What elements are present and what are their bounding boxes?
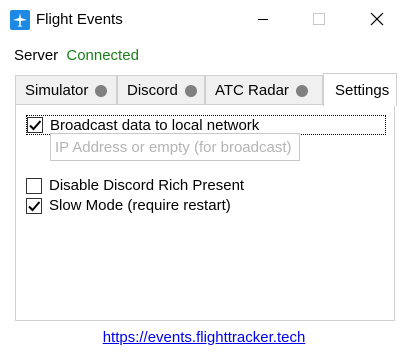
settings-panel: Broadcast data to local network Disable … bbox=[15, 104, 395, 321]
airplane-icon bbox=[10, 10, 30, 30]
tab-label: ATC Radar bbox=[215, 82, 289, 99]
website-link[interactable]: https://events.flighttracker.tech bbox=[0, 329, 408, 346]
tab-atc-radar[interactable]: ATC Radar bbox=[205, 75, 323, 105]
discord-rich-presence-label: Disable Discord Rich Present bbox=[49, 177, 245, 194]
tab-label: Discord bbox=[127, 82, 178, 99]
tab-label: Simulator bbox=[25, 82, 89, 99]
close-icon bbox=[370, 12, 384, 26]
tab-label: Settings bbox=[335, 81, 390, 99]
tab-simulator[interactable]: Simulator bbox=[15, 75, 117, 105]
maximize-icon bbox=[313, 13, 325, 25]
slow-mode-checkbox[interactable] bbox=[26, 197, 42, 214]
discord-rich-presence-checkbox[interactable] bbox=[26, 177, 42, 194]
close-button[interactable] bbox=[354, 0, 400, 38]
server-status: Connected bbox=[66, 47, 139, 64]
tab-settings[interactable]: Settings bbox=[323, 73, 397, 106]
broadcast-label: Broadcast data to local network bbox=[50, 116, 260, 134]
tab-bar: Simulator Discord ATC Radar Settings bbox=[15, 73, 397, 106]
minimize-button[interactable] bbox=[240, 0, 286, 38]
server-label: Server bbox=[14, 47, 59, 64]
server-status-row: Server Connected bbox=[14, 47, 139, 64]
ip-address-input[interactable] bbox=[50, 133, 300, 161]
maximize-button[interactable] bbox=[296, 0, 342, 38]
status-indicator-icon bbox=[95, 84, 108, 97]
slow-mode-row[interactable]: Slow Mode (require restart) bbox=[26, 197, 231, 214]
window-title: Flight Events bbox=[36, 11, 123, 28]
checkmark-icon bbox=[28, 200, 41, 211]
status-indicator-icon bbox=[184, 84, 197, 97]
broadcast-checkbox-row[interactable]: Broadcast data to local network bbox=[26, 115, 386, 135]
status-indicator-icon bbox=[295, 84, 308, 97]
title-bar: Flight Events bbox=[0, 0, 408, 38]
checkmark-icon bbox=[29, 120, 42, 131]
discord-rich-presence-row[interactable]: Disable Discord Rich Present bbox=[26, 177, 244, 194]
minimize-icon bbox=[258, 19, 268, 20]
broadcast-checkbox[interactable] bbox=[27, 117, 43, 133]
tab-discord[interactable]: Discord bbox=[117, 75, 205, 105]
slow-mode-label: Slow Mode (require restart) bbox=[49, 197, 231, 214]
